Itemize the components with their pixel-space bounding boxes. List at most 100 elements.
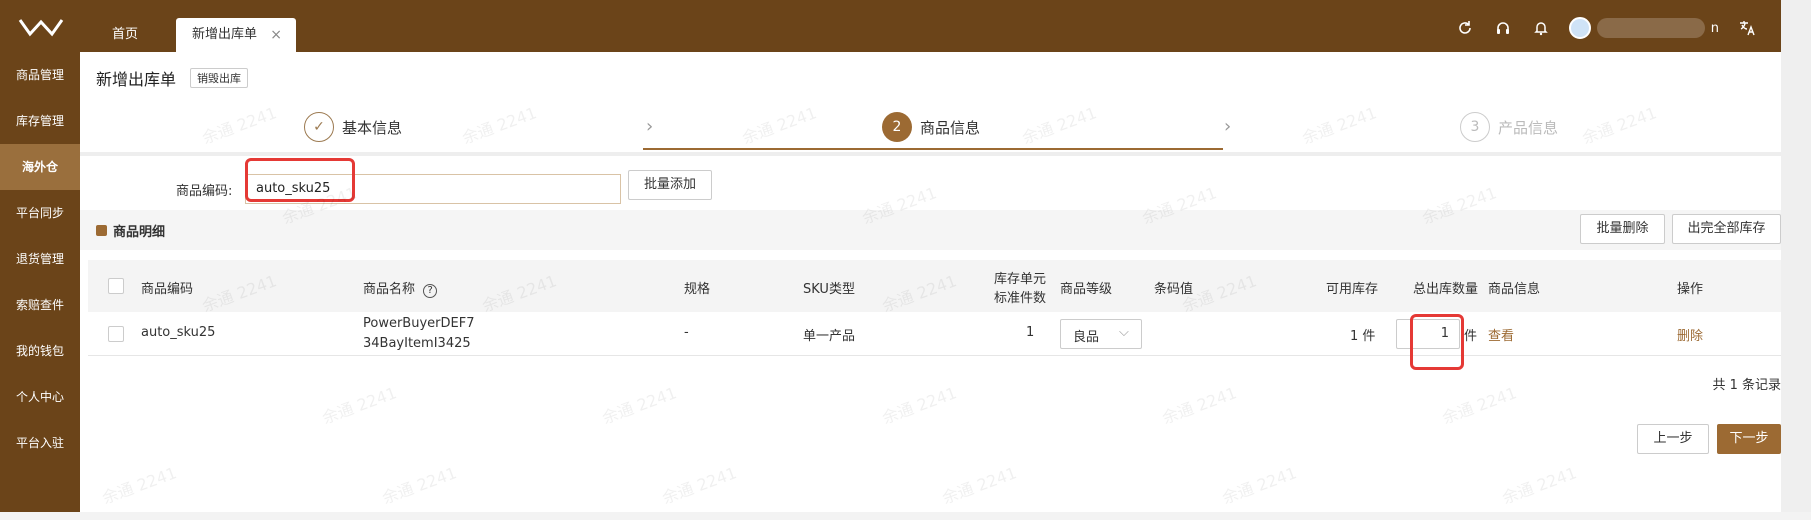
- sidebar-item-overseas-warehouse[interactable]: 海外仓: [0, 144, 80, 190]
- page-title: 新增出库单: [96, 70, 177, 89]
- brand-logo-icon: [18, 17, 64, 37]
- outbound-type-tag: 销毁出库: [190, 68, 249, 88]
- col-code: 商品编码: [141, 282, 194, 297]
- col-unit: 库存单元 标准件数: [976, 268, 1046, 306]
- detail-title: 商品明细: [96, 221, 165, 240]
- col-info: 商品信息: [1488, 282, 1541, 297]
- table-row: auto_sku25 PowerBuyerDEF7 34BayItemI3425…: [88, 312, 1781, 356]
- headset-icon[interactable]: [1493, 18, 1513, 38]
- row-name: PowerBuyerDEF7 34BayItemI3425: [363, 314, 474, 354]
- out-all-stock-button[interactable]: 出完全部库存: [1672, 214, 1781, 244]
- sidebar-item-products[interactable]: 商品管理: [0, 52, 80, 98]
- step-number: 3: [1460, 112, 1490, 142]
- app-window: 首页 新增出库单 × n 商品管理 库存管理 海外仓 平台同步 退货管理 索赔查…: [0, 0, 1781, 512]
- col-total-out: 总出库数量: [1413, 282, 1479, 297]
- username-suffix: n: [1710, 20, 1719, 36]
- main-content: 新增出库单 销毁出库 ✓ 基本信息 › 2 商品信息 › 3 产品信息 商品编码…: [80, 52, 1781, 512]
- batch-delete-button[interactable]: 批量删除: [1580, 214, 1665, 244]
- watermark: 余通 2241: [1499, 463, 1580, 508]
- step-label: 基本信息: [342, 118, 403, 137]
- detail-title-text: 商品明细: [113, 225, 166, 240]
- batch-add-button[interactable]: 批量添加: [628, 170, 712, 200]
- watermark: 余通 2241: [659, 463, 740, 508]
- sidebar-item-claims[interactable]: 索赔查件: [0, 282, 80, 328]
- delete-link[interactable]: 删除: [1677, 325, 1703, 344]
- list-icon: [96, 225, 107, 236]
- avatar: [1568, 17, 1591, 39]
- sidebar-item-onboarding[interactable]: 平台入驻: [0, 420, 80, 466]
- tab-home[interactable]: 首页: [112, 18, 138, 52]
- watermark: 余通 2241: [379, 463, 460, 508]
- check-icon: ✓: [304, 112, 334, 142]
- chevron-right-icon: ›: [646, 116, 654, 137]
- chevron-down-icon: ⌵: [1119, 325, 1129, 340]
- right-gutter: [1781, 0, 1811, 512]
- select-all-checkbox[interactable]: [108, 278, 124, 294]
- row-code: auto_sku25: [141, 325, 216, 340]
- watermark: 余通 2241: [1439, 383, 1520, 428]
- watermark: 余通 2241: [939, 463, 1020, 508]
- view-info-link[interactable]: 查看: [1488, 325, 1514, 344]
- highlight-quantity-input: [1410, 314, 1464, 370]
- tab-label: 新增出库单: [192, 27, 258, 42]
- watermark: 余通 2241: [99, 463, 180, 508]
- col-sku-type: SKU类型: [803, 282, 855, 297]
- chevron-right-icon: ›: [1224, 116, 1232, 137]
- col-unit-line2: 标准件数: [993, 291, 1046, 306]
- step-item-info[interactable]: 3 产品信息: [1460, 112, 1558, 142]
- sidebar-item-returns[interactable]: 退货管理: [0, 236, 80, 282]
- top-bar: 首页 新增出库单 × n: [0, 0, 1781, 52]
- bell-icon[interactable]: [1531, 18, 1551, 38]
- user-menu[interactable]: n: [1568, 17, 1719, 39]
- highlight-code-input: [245, 158, 355, 202]
- close-icon[interactable]: ×: [270, 18, 282, 52]
- table-header: 商品编码 商品名称 ? 规格 SKU类型 库存单元 标准件数 商品等级 条码值 …: [88, 260, 1781, 312]
- next-step-button[interactable]: 下一步: [1717, 424, 1781, 454]
- grade-select[interactable]: 良品 ⌵: [1060, 319, 1142, 349]
- col-grade: 商品等级: [1060, 282, 1113, 297]
- col-barcode: 条码值: [1154, 282, 1194, 297]
- row-sku-type: 单一产品: [803, 329, 856, 344]
- sidebar-item-wallet[interactable]: 我的钱包: [0, 328, 80, 374]
- step-basic-info[interactable]: ✓ 基本信息: [304, 112, 402, 142]
- total-records: 共 1 条记录: [1712, 378, 1781, 393]
- detail-bar: 商品明细: [80, 210, 1781, 250]
- code-label: 商品编码:: [176, 184, 233, 199]
- step-label: 商品信息: [920, 118, 981, 137]
- sidebar-item-profile[interactable]: 个人中心: [0, 374, 80, 420]
- row-checkbox[interactable]: [108, 326, 124, 342]
- active-step-underline: [643, 148, 1223, 150]
- watermark: 余通 2241: [1219, 463, 1300, 508]
- col-name: 商品名称 ?: [363, 278, 438, 298]
- watermark: 余通 2241: [319, 383, 400, 428]
- row-unit: 1: [1026, 325, 1035, 340]
- step-product-info[interactable]: 2 商品信息: [882, 112, 980, 142]
- step-label: 产品信息: [1498, 118, 1559, 137]
- tab-new-outbound[interactable]: 新增出库单 ×: [176, 18, 296, 52]
- refresh-icon[interactable]: [1455, 18, 1475, 38]
- watermark: 余通 2241: [1159, 383, 1240, 428]
- translate-icon[interactable]: [1737, 18, 1757, 38]
- sidebar-item-inventory[interactable]: 库存管理: [0, 98, 80, 144]
- row-name-line1: PowerBuyerDEF7: [363, 316, 475, 331]
- col-action: 操作: [1677, 282, 1704, 297]
- sidebar: 商品管理 库存管理 海外仓 平台同步 退货管理 索赔查件 我的钱包 个人中心 平…: [0, 52, 80, 512]
- row-name-line2: 34BayItemI3425: [363, 336, 471, 351]
- watermark: 余通 2241: [879, 383, 960, 428]
- top-actions: n: [1455, 17, 1757, 39]
- prev-step-button[interactable]: 上一步: [1637, 424, 1709, 454]
- grade-value: 良品: [1073, 330, 1100, 345]
- bottom-strip: [0, 512, 1811, 520]
- stepper: ✓ 基本信息 › 2 商品信息 › 3 产品信息: [80, 98, 1781, 156]
- sidebar-item-platform-sync[interactable]: 平台同步: [0, 190, 80, 236]
- row-available: 1 件: [1350, 329, 1376, 344]
- step-number: 2: [882, 112, 912, 142]
- col-available: 可用库存: [1326, 282, 1379, 297]
- col-unit-line1: 库存单元: [993, 272, 1046, 287]
- watermark: 余通 2241: [599, 383, 680, 428]
- help-icon[interactable]: ?: [423, 284, 438, 298]
- col-spec: 规格: [684, 282, 711, 297]
- page-header: 新增出库单 销毁出库: [96, 66, 249, 90]
- col-name-label: 商品名称: [363, 282, 416, 297]
- row-qty-unit: 件: [1464, 329, 1478, 344]
